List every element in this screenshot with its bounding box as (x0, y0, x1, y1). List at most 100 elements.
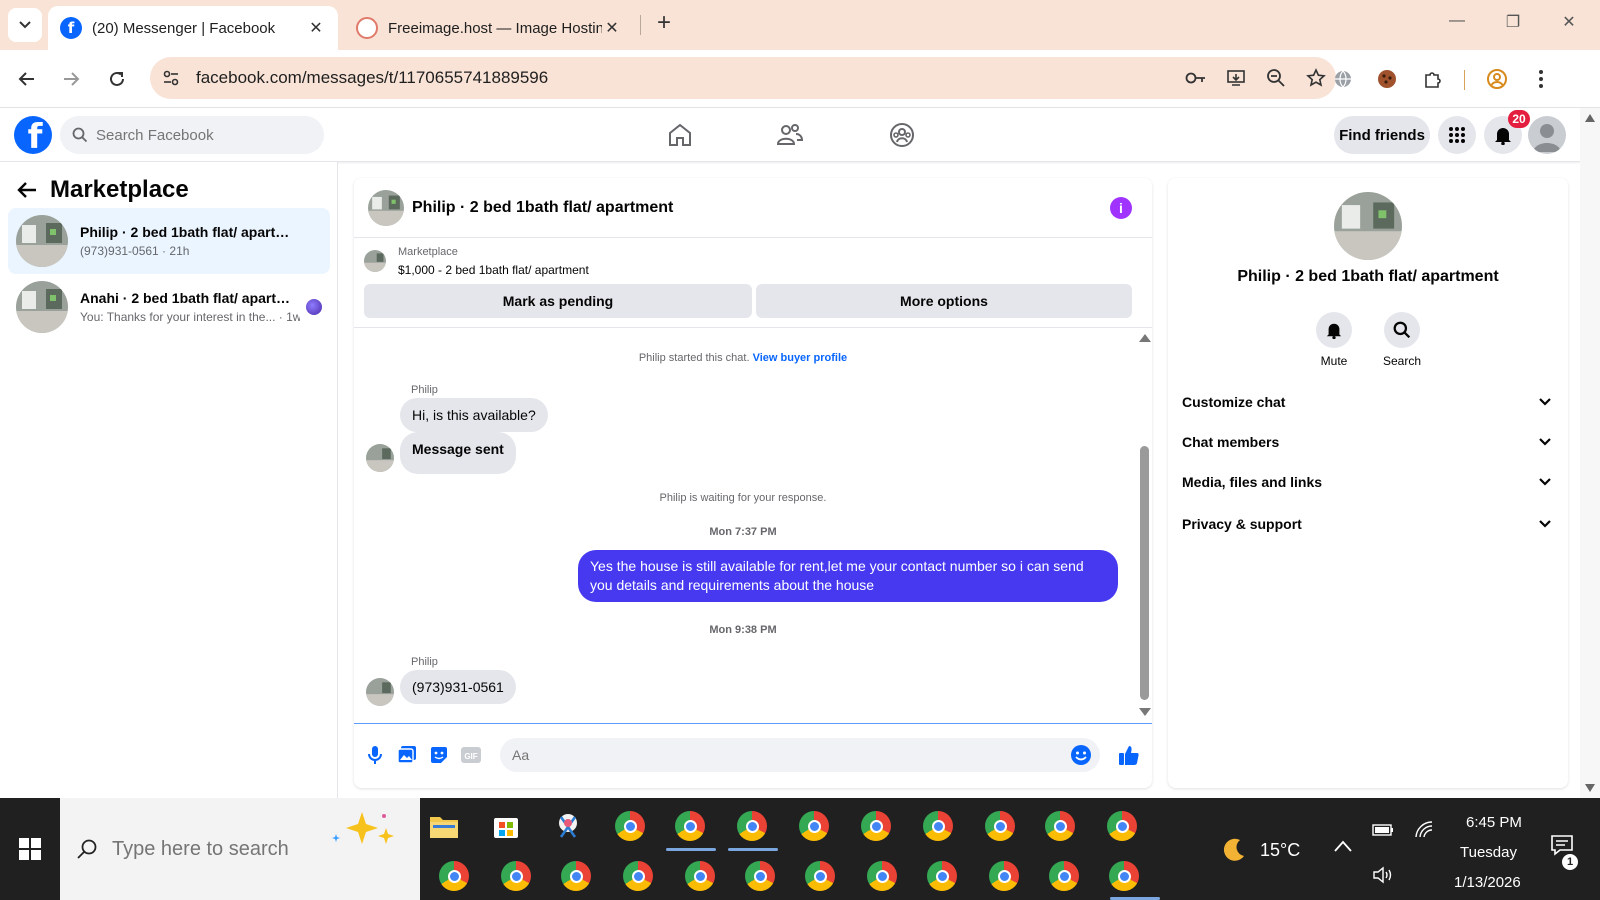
zoom-out-icon[interactable] (1256, 58, 1296, 98)
chrome-app-icon[interactable] (1044, 856, 1084, 896)
chrome-app-icon[interactable] (984, 856, 1024, 896)
chrome-app-icon[interactable] (610, 806, 650, 846)
facebook-search[interactable] (60, 116, 324, 154)
restore-button[interactable]: ❐ (1498, 12, 1528, 38)
browser-menu-icon[interactable] (1526, 64, 1556, 94)
taskbar-search[interactable] (60, 798, 420, 900)
find-friends-button[interactable]: Find friends (1334, 116, 1430, 154)
message-input[interactable] (512, 747, 1070, 763)
snipping-tool-icon[interactable] (548, 806, 588, 846)
chrome-app-icon[interactable] (1104, 856, 1144, 896)
facebook-logo-icon[interactable]: f (14, 116, 52, 154)
clock-time[interactable]: 6:45 PM (1466, 814, 1522, 831)
chevron-up-icon[interactable] (1334, 840, 1352, 852)
chrome-app-icon[interactable] (800, 856, 840, 896)
microphone-icon[interactable] (362, 742, 388, 768)
emoji-icon[interactable] (1070, 744, 1092, 766)
sender-avatar[interactable] (366, 444, 394, 472)
message-input-box[interactable] (500, 738, 1100, 772)
volume-icon[interactable] (1372, 866, 1394, 884)
chrome-app-icon[interactable] (856, 806, 896, 846)
page-scrollbar[interactable] (1580, 108, 1600, 798)
facebook-search-input[interactable] (96, 126, 296, 144)
clock-day[interactable]: Tuesday (1460, 844, 1517, 861)
chrome-app-icon[interactable] (862, 856, 902, 896)
clock-date[interactable]: 1/13/2026 (1454, 874, 1521, 891)
chrome-app-icon[interactable] (680, 856, 720, 896)
password-key-icon[interactable] (1176, 58, 1216, 98)
chrome-app-icon[interactable] (794, 806, 834, 846)
home-nav-button[interactable] (660, 118, 700, 152)
listing-thumbnail[interactable] (364, 250, 386, 272)
profile-icon[interactable] (1482, 64, 1512, 94)
chrome-app-icon[interactable] (670, 806, 710, 846)
extensions-puzzle-icon[interactable] (1418, 64, 1448, 94)
wifi-icon[interactable] (1414, 820, 1434, 838)
chrome-app-icon[interactable] (732, 806, 772, 846)
mark-as-pending-button[interactable]: Mark as pending (364, 284, 752, 318)
customize-chat-section[interactable]: Customize chat (1182, 384, 1552, 420)
scrollbar-thumb[interactable] (1140, 446, 1149, 700)
reload-button[interactable] (102, 64, 132, 94)
chrome-app-icon[interactable] (922, 856, 962, 896)
cookie-extension-icon[interactable] (1372, 64, 1402, 94)
thumbs-up-icon[interactable] (1116, 742, 1142, 768)
photo-icon[interactable] (394, 742, 420, 768)
chrome-app-icon[interactable] (740, 856, 780, 896)
groups-nav-button[interactable] (882, 118, 922, 152)
chrome-app-icon[interactable] (1040, 806, 1080, 846)
chrome-app-icon[interactable] (918, 806, 958, 846)
close-window-button[interactable]: ✕ (1554, 12, 1584, 38)
back-arrow-icon[interactable] (16, 179, 38, 201)
search-in-chat-button[interactable]: Search (1372, 312, 1432, 368)
listing-title[interactable]: $1,000 - 2 bed 1bath flat/ apartment (398, 263, 589, 277)
tab-search-button[interactable] (8, 8, 42, 42)
sender-avatar[interactable] (366, 678, 394, 706)
incoming-message[interactable]: (973)931-0561 (400, 670, 516, 704)
view-buyer-profile-link[interactable]: View buyer profile (753, 352, 848, 364)
microsoft-store-icon[interactable] (486, 806, 526, 846)
incoming-message[interactable]: Message sent (400, 432, 516, 474)
weather-temperature[interactable]: 15°C (1260, 840, 1300, 861)
chrome-app-icon[interactable] (556, 856, 596, 896)
media-files-links-section[interactable]: Media, files and links (1182, 464, 1552, 500)
new-tab-button[interactable]: + (650, 10, 678, 38)
sticker-icon[interactable] (426, 742, 452, 768)
battery-icon[interactable] (1372, 824, 1394, 836)
chat-scrollbar[interactable] (1132, 328, 1152, 723)
tab-messenger[interactable]: f (20) Messenger | Facebook ✕ (48, 6, 338, 50)
close-tab-icon[interactable]: ✕ (602, 18, 622, 38)
info-icon[interactable]: i (1110, 197, 1132, 219)
chat-title[interactable]: Philip · 2 bed 1bath flat/ apartment (412, 199, 673, 217)
file-explorer-icon[interactable] (424, 806, 464, 846)
privacy-support-section[interactable]: Privacy & support (1182, 506, 1552, 542)
menu-grid-button[interactable] (1438, 116, 1476, 154)
tab-freeimage[interactable]: Freeimage.host — Image Hostin ✕ (344, 6, 634, 50)
address-bar[interactable]: facebook.com/messages/t/1170655741889596 (150, 57, 1336, 99)
start-button[interactable] (0, 798, 60, 900)
conversation-item-philip[interactable]: Philip · 2 bed 1bath flat/ apartment (97… (8, 208, 330, 274)
minimize-button[interactable]: — (1442, 12, 1472, 38)
chat-avatar[interactable] (368, 189, 404, 226)
chrome-app-icon[interactable] (496, 856, 536, 896)
gif-icon[interactable]: GIF (458, 742, 484, 768)
outgoing-message[interactable]: Yes the house is still available for ren… (578, 550, 1118, 602)
translate-globe-icon[interactable] (1328, 64, 1358, 94)
mute-button[interactable]: Mute (1304, 312, 1364, 368)
chrome-app-icon[interactable] (1102, 806, 1142, 846)
notification-center-icon[interactable] (1550, 834, 1574, 856)
incoming-message[interactable]: Hi, is this available? (400, 398, 548, 432)
chrome-app-icon[interactable] (434, 856, 474, 896)
site-info-icon[interactable] (150, 57, 192, 99)
back-button[interactable] (12, 64, 42, 94)
conversation-item-anahi[interactable]: Anahi · 2 bed 1bath flat/ apartm... You:… (8, 274, 330, 340)
chat-profile-avatar[interactable] (1334, 192, 1402, 260)
more-options-button[interactable]: More options (756, 284, 1132, 318)
chat-members-section[interactable]: Chat members (1182, 424, 1552, 460)
install-app-icon[interactable] (1216, 58, 1256, 98)
forward-button[interactable] (56, 64, 86, 94)
friends-nav-button[interactable] (770, 118, 810, 152)
chrome-app-icon[interactable] (618, 856, 658, 896)
account-avatar[interactable] (1528, 116, 1566, 154)
chrome-app-icon[interactable] (980, 806, 1020, 846)
